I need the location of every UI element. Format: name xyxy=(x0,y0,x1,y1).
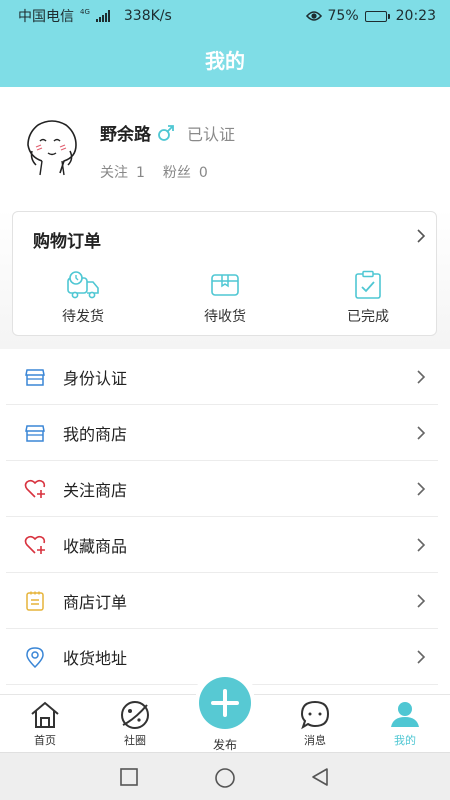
menu-item-identity-verification[interactable]: 身份认证 xyxy=(0,349,450,405)
tab-label: 社圈 xyxy=(124,734,146,747)
chevron-right-icon[interactable] xyxy=(416,228,426,244)
order-pending-shipment[interactable]: 待发货 xyxy=(33,270,133,326)
page-title: 我的 xyxy=(205,49,245,73)
signal-icon xyxy=(95,10,110,22)
publish-button[interactable] xyxy=(199,677,251,729)
menu-item-label: 关注商店 xyxy=(63,481,128,500)
store-icon xyxy=(25,369,45,386)
orders-title: 购物订单 xyxy=(33,232,101,252)
network-speed: 338K/s xyxy=(123,8,172,24)
tab-label: 我的 xyxy=(394,734,416,747)
tab-label: 首页 xyxy=(34,734,56,747)
carrier-label: 中国电信 xyxy=(18,9,74,25)
menu-item-label: 收货地址 xyxy=(63,649,128,668)
menu-item-label: 收藏商品 xyxy=(63,537,128,556)
chevron-right-icon xyxy=(417,482,426,496)
fans-label: 粉丝 xyxy=(162,165,191,181)
location-pin-icon xyxy=(26,647,44,668)
following-stat[interactable]: 关注 1 xyxy=(100,162,145,182)
clock: 20:23 xyxy=(395,8,436,24)
recent-apps-icon[interactable] xyxy=(119,767,139,787)
menu-item-store-orders[interactable]: 商店订单 xyxy=(0,573,450,629)
menu-list: 身份认证 我的商店 关注商店 收藏商品 商店订单 收货地址 xyxy=(0,349,450,694)
publish-label: 发布 xyxy=(212,738,237,752)
menu-item-my-store[interactable]: 我的商店 xyxy=(0,405,450,461)
male-symbol-icon xyxy=(158,124,174,141)
shopping-orders-card: 购物订单 待发货 待收货 已完成 xyxy=(12,211,437,336)
tab-home[interactable]: 首页 xyxy=(15,699,75,748)
tab-community[interactable]: 社圈 xyxy=(105,699,165,748)
order-label: 已完成 xyxy=(347,309,389,325)
verified-status: 已认证 xyxy=(187,124,236,144)
chat-bubble-icon xyxy=(300,700,330,730)
chevron-right-icon xyxy=(417,650,426,664)
tab-messages[interactable]: 消息 xyxy=(285,699,345,748)
avatar[interactable] xyxy=(20,115,84,179)
package-box-icon xyxy=(211,274,239,296)
menu-item-followed-stores[interactable]: 关注商店 xyxy=(0,461,450,517)
eye-comfort-icon xyxy=(305,11,322,21)
battery-percent: 75% xyxy=(327,8,359,24)
delivery-truck-icon xyxy=(67,271,99,299)
order-label: 待发货 xyxy=(62,309,104,325)
tab-label: 消息 xyxy=(304,734,326,747)
chevron-right-icon xyxy=(417,370,426,384)
planet-icon xyxy=(121,701,149,729)
network-type: 4G xyxy=(80,7,90,16)
battery-icon xyxy=(364,10,390,22)
following-label: 关注 xyxy=(100,165,128,181)
order-label: 待收货 xyxy=(204,309,246,325)
plus-icon xyxy=(211,689,239,717)
fans-count: 0 xyxy=(198,165,208,181)
chevron-right-icon xyxy=(417,426,426,440)
following-count: 1 xyxy=(136,165,145,181)
clipboard-check-icon xyxy=(355,270,381,299)
heart-plus-icon xyxy=(24,479,46,498)
user-name: 野余路 xyxy=(100,125,151,145)
home-icon xyxy=(31,701,59,728)
menu-item-label: 身份认证 xyxy=(63,369,128,388)
fans-stat[interactable]: 粉丝 0 xyxy=(163,162,208,182)
chevron-right-icon xyxy=(417,594,426,608)
notepad-icon xyxy=(26,591,44,611)
menu-item-label: 商店订单 xyxy=(63,593,128,612)
status-bar: 中国电信 4G 338K/s 75% 20:23 xyxy=(0,0,450,32)
home-button-icon[interactable] xyxy=(214,767,236,789)
chevron-right-icon xyxy=(417,538,426,552)
heart-plus-icon xyxy=(24,535,46,554)
order-pending-receipt[interactable]: 待收货 xyxy=(175,270,275,326)
tab-me[interactable]: 我的 xyxy=(375,699,435,748)
system-navigation-bar xyxy=(0,752,450,800)
user-icon xyxy=(391,702,419,727)
menu-item-favorite-products[interactable]: 收藏商品 xyxy=(0,517,450,573)
store-icon xyxy=(25,425,45,442)
profile-section[interactable]: 野余路 已认证 关注 1 粉丝 0 xyxy=(0,87,450,209)
back-icon[interactable] xyxy=(310,767,330,787)
menu-item-label: 我的商店 xyxy=(63,425,128,444)
order-completed[interactable]: 已完成 xyxy=(318,270,418,326)
